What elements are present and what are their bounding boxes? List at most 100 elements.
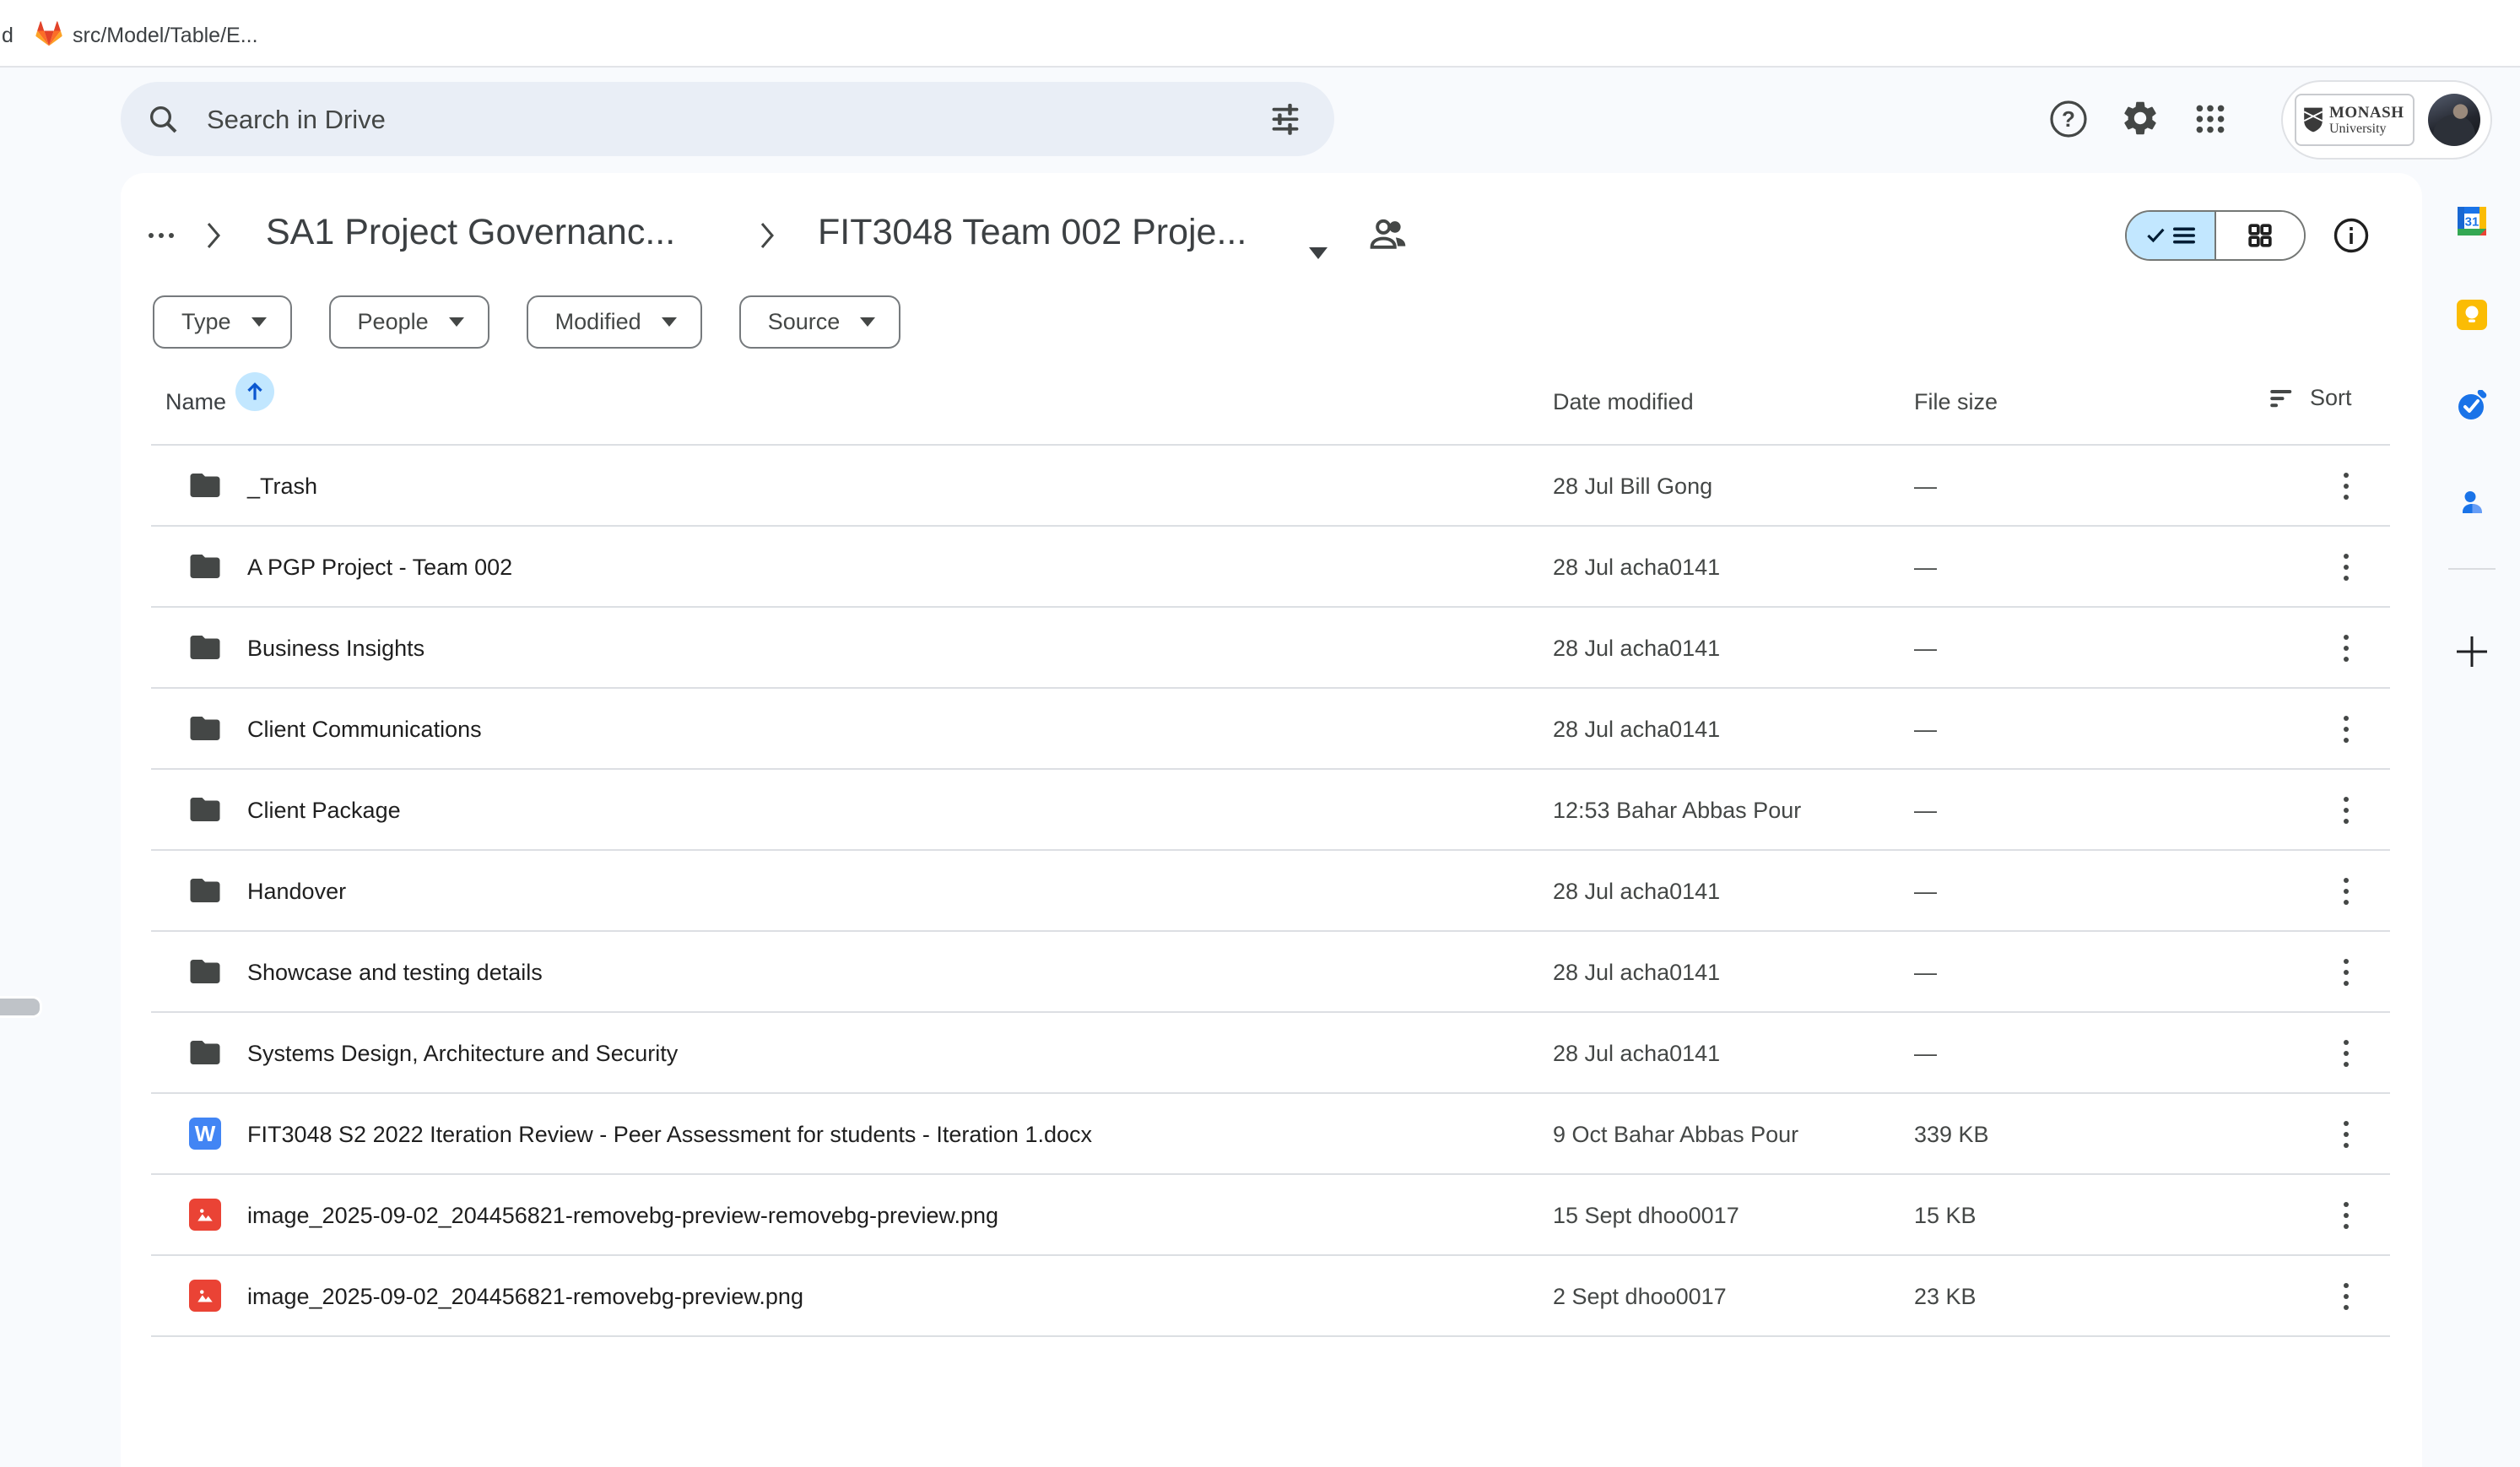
row-menu-button[interactable]: [2326, 1033, 2366, 1074]
table-row[interactable]: Handover 28 Jul acha0141 —: [151, 851, 2390, 932]
column-header-file-size[interactable]: File size: [1914, 389, 1998, 415]
file-name: A PGP Project - Team 002: [247, 555, 512, 581]
column-header-date-modified[interactable]: Date modified: [1553, 389, 1694, 415]
breadcrumb-more-button[interactable]: [138, 214, 185, 257]
google-drive-screen: d src/Model/Table/E...: [0, 0, 2520, 1467]
more-vertical-icon: [2344, 727, 2349, 732]
file-name: Client Package: [247, 798, 401, 824]
file-size: —: [1914, 636, 1937, 662]
table-row[interactable]: Showcase and testing details 28 Jul acha…: [151, 932, 2390, 1013]
calendar-icon[interactable]: 31: [2456, 205, 2488, 237]
drive-content-card: SA1 Project Governanc... FIT3048 Team 00…: [121, 173, 2422, 1467]
file-name: Showcase and testing details: [247, 960, 543, 986]
scroll-handle[interactable]: [0, 996, 42, 1018]
list-view-button[interactable]: [2127, 212, 2214, 259]
filter-chip-source[interactable]: Source: [739, 295, 901, 349]
table-row[interactable]: Business Insights 28 Jul acha0141 —: [151, 608, 2390, 689]
table-row[interactable]: _Trash 28 Jul Bill Gong —: [151, 446, 2390, 527]
date-modified: 28 Jul Bill Gong: [1553, 474, 1712, 500]
sort-direction-button[interactable]: [235, 372, 274, 411]
google-apps-grid-icon[interactable]: [2193, 101, 2228, 137]
more-vertical-icon: [2344, 1294, 2349, 1299]
tasks-icon[interactable]: [2456, 390, 2488, 422]
row-menu-button[interactable]: [2326, 790, 2366, 831]
folder-dropdown-caret-icon[interactable]: [1309, 247, 1328, 259]
sidebar-divider: [2448, 568, 2496, 570]
profile-avatar[interactable]: [2428, 94, 2480, 146]
date-modified: 28 Jul acha0141: [1553, 717, 1720, 743]
breadcrumb-current-folder[interactable]: FIT3048 Team 002 Proje...: [818, 212, 1246, 253]
file-size: —: [1914, 474, 1937, 500]
file-size: —: [1914, 555, 1937, 581]
search-options-tune-icon[interactable]: [1267, 100, 1304, 138]
more-vertical-icon: [2344, 1051, 2349, 1056]
date-modified: 15 Sept dhoo0017: [1553, 1203, 1739, 1229]
help-icon[interactable]: ?: [2049, 100, 2088, 138]
table-row[interactable]: Client Communications 28 Jul acha0141 —: [151, 689, 2390, 770]
info-icon[interactable]: [2333, 217, 2370, 254]
table-row[interactable]: image_2025-09-02_204456821-removebg-prev…: [151, 1256, 2390, 1337]
table-row[interactable]: A PGP Project - Team 002 28 Jul acha0141…: [151, 527, 2390, 608]
table-row[interactable]: W FIT3048 S2 2022 Iteration Review - Pee…: [151, 1094, 2390, 1175]
grid-view-button[interactable]: [2214, 212, 2304, 259]
row-menu-button[interactable]: [2326, 1114, 2366, 1155]
more-vertical-icon: [2344, 1132, 2349, 1137]
date-modified: 28 Jul acha0141: [1553, 555, 1720, 581]
row-menu-button[interactable]: [2326, 466, 2366, 506]
manage-members-icon[interactable]: [1368, 217, 1410, 254]
file-list: _Trash 28 Jul Bill Gong — A PGP Project …: [151, 444, 2390, 1337]
folder-icon: [187, 711, 223, 746]
sort-icon: [2269, 387, 2295, 410]
image-file-icon: [189, 1280, 221, 1312]
date-modified: 28 Jul acha0141: [1553, 879, 1720, 905]
grid-icon: [2248, 224, 2272, 247]
filter-chip-type[interactable]: Type: [153, 295, 292, 349]
sort-button[interactable]: Sort: [2264, 384, 2357, 412]
filter-chip-modified[interactable]: Modified: [527, 295, 702, 349]
row-menu-button[interactable]: [2326, 709, 2366, 750]
file-name: _Trash: [247, 474, 317, 500]
monash-shield-icon: [2303, 106, 2323, 133]
settings-gear-icon[interactable]: [2120, 98, 2160, 138]
row-menu-button[interactable]: [2326, 547, 2366, 587]
folder-icon: [187, 954, 223, 989]
date-modified: 28 Jul acha0141: [1553, 636, 1720, 662]
filter-chip-people[interactable]: People: [329, 295, 489, 349]
row-menu-button[interactable]: [2326, 871, 2366, 912]
gitlab-favicon: [35, 20, 62, 47]
row-menu-button[interactable]: [2326, 1276, 2366, 1317]
breadcrumb-parent-folder[interactable]: SA1 Project Governanc...: [266, 212, 675, 253]
word-doc-icon: W: [189, 1118, 221, 1150]
chevron-right-icon: [759, 220, 776, 251]
keep-icon[interactable]: [2456, 299, 2488, 331]
table-row[interactable]: image_2025-09-02_204456821-removebg-prev…: [151, 1175, 2390, 1256]
browser-tab-title[interactable]: src/Model/Table/E...: [73, 24, 258, 48]
row-menu-button[interactable]: [2326, 1195, 2366, 1236]
table-row[interactable]: Systems Design, Architecture and Securit…: [151, 1013, 2390, 1094]
date-modified: 28 Jul acha0141: [1553, 1041, 1720, 1067]
search-icon[interactable]: [146, 102, 180, 136]
file-size: —: [1914, 879, 1937, 905]
date-modified: 9 Oct Bahar Abbas Pour: [1553, 1122, 1798, 1148]
folder-icon: [187, 630, 223, 665]
contacts-icon[interactable]: [2456, 486, 2488, 518]
file-size: 339 KB: [1914, 1122, 1989, 1148]
row-menu-button[interactable]: [2326, 628, 2366, 669]
search-input[interactable]: [205, 82, 1204, 158]
get-addons-plus-icon[interactable]: [2453, 633, 2490, 670]
date-modified: 2 Sept dhoo0017: [1553, 1284, 1727, 1310]
more-vertical-icon: [2344, 889, 2349, 894]
svg-text:31: 31: [2465, 215, 2479, 230]
folder-icon: [187, 549, 223, 584]
column-header-name[interactable]: Name: [165, 389, 226, 415]
folder-icon: [187, 1035, 223, 1070]
file-name: Client Communications: [247, 717, 482, 743]
folder-icon: [187, 468, 223, 503]
file-size: —: [1914, 1041, 1937, 1067]
table-row[interactable]: Client Package 12:53 Bahar Abbas Pour —: [151, 770, 2390, 851]
list-icon: [2173, 226, 2195, 245]
browser-tab-strip: d src/Model/Table/E...: [0, 0, 2520, 68]
image-file-icon: [189, 1199, 221, 1231]
row-menu-button[interactable]: [2326, 952, 2366, 993]
folder-icon: [187, 792, 223, 827]
